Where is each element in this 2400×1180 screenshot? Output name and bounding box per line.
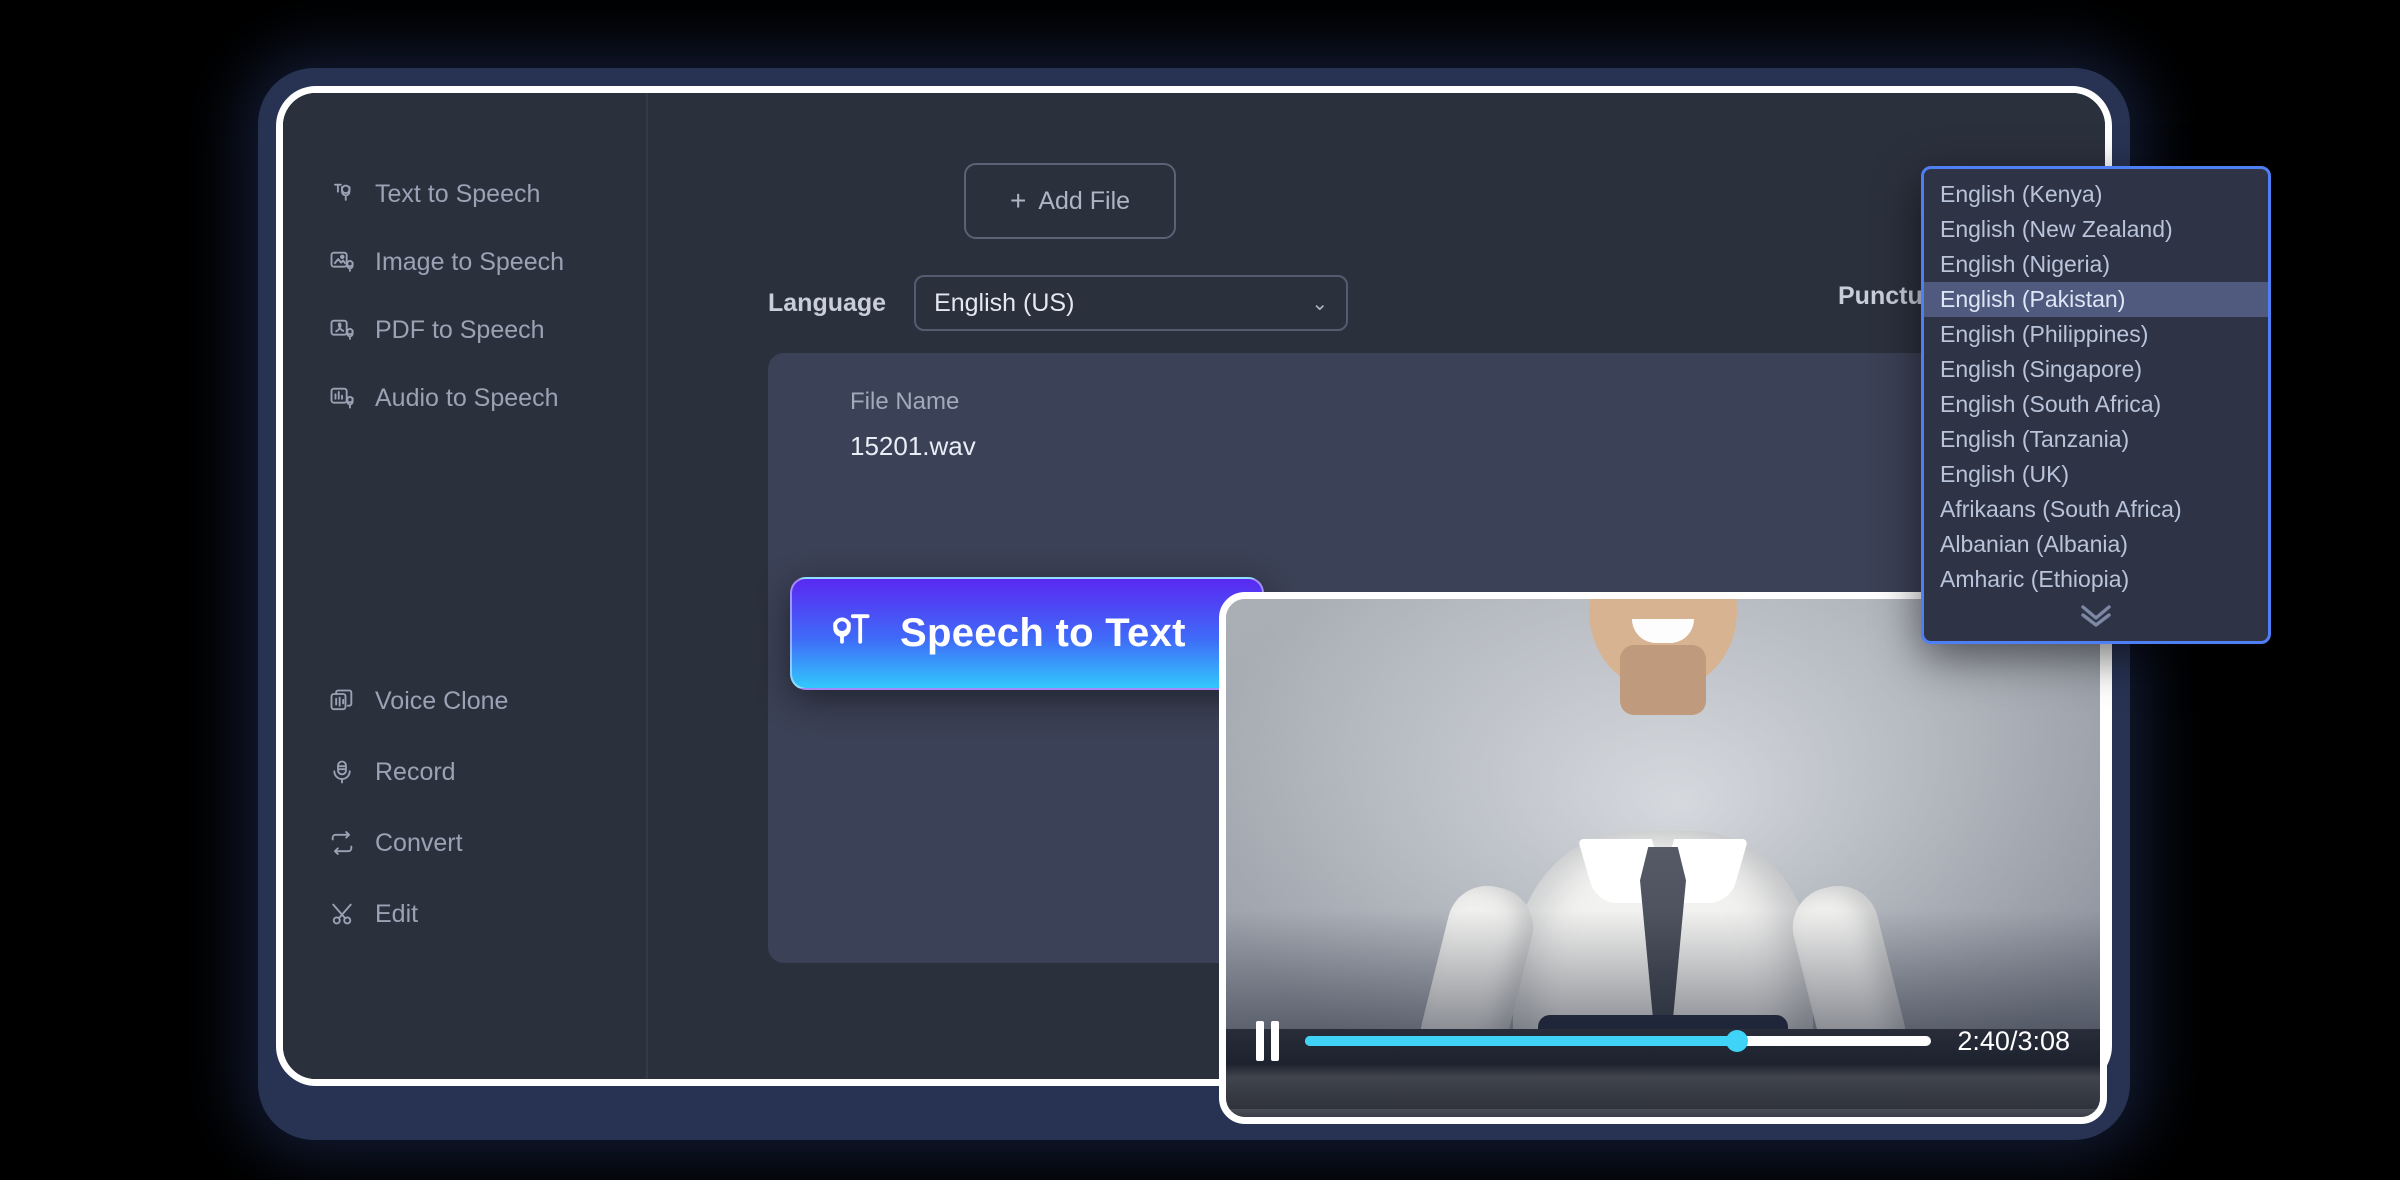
seek-progress	[1305, 1036, 1738, 1046]
language-option[interactable]: English (Nigeria)	[1924, 247, 2268, 282]
sidebar-item-text-to-speech[interactable]: Text to Speech	[327, 171, 540, 217]
sidebar: Text to Speech Image to Speech PDF to Sp…	[283, 93, 898, 1079]
language-option-list: English (Kenya) English (New Zealand) Engl…	[1924, 177, 2268, 597]
file-name-label: File Name	[850, 388, 960, 415]
plus-icon: +	[1009, 185, 1027, 216]
sidebar-item-label: Voice Clone	[375, 686, 509, 715]
time-display: 2:40/3:08	[1957, 1025, 2070, 1056]
sidebar-item-label: Audio to Speech	[375, 383, 559, 412]
sidebar-item-label: Image to Speech	[375, 247, 565, 276]
pause-button[interactable]	[1256, 1021, 1279, 1061]
language-select[interactable]: English (US) ⌄	[914, 275, 1349, 331]
file-name-value: 15201.wav	[850, 431, 976, 461]
text-to-speech-icon	[327, 179, 357, 209]
language-option[interactable]: Albanian (Albania)	[1924, 527, 2268, 562]
image-to-speech-icon	[327, 247, 357, 277]
sidebar-item-pdf-to-speech[interactable]: PDF to Speech	[327, 307, 545, 353]
sidebar-item-label: PDF to Speech	[375, 315, 545, 344]
language-option[interactable]: English (Philippines)	[1924, 317, 2268, 352]
speech-to-text-pill[interactable]: Speech to Text	[790, 577, 1264, 690]
video-controls-scrim	[1226, 909, 2100, 1117]
language-dropdown-menu[interactable]: English (Kenya) English (New Zealand) Engl…	[1921, 166, 2271, 644]
edit-scissors-icon	[327, 899, 357, 929]
speech-to-text-icon	[826, 605, 874, 663]
screenshot-root: Text to Speech Image to Speech PDF to Sp…	[0, 0, 2400, 1180]
language-label: Language	[768, 288, 887, 317]
speech-to-text-label: Speech to Text	[900, 611, 1186, 655]
language-option[interactable]: Amharic (Ethiopia)	[1924, 562, 2268, 597]
neck	[1620, 644, 1706, 715]
seek-handle[interactable]	[1726, 1030, 1749, 1052]
sidebar-item-label: Record	[375, 757, 456, 786]
language-row: Language English (US) ⌄	[768, 275, 1349, 331]
convert-icon	[327, 828, 357, 858]
sidebar-item-convert[interactable]: Convert	[327, 820, 463, 866]
sidebar-item-edit[interactable]: Edit	[327, 891, 418, 937]
scroll-down-chevron-icon[interactable]	[1924, 601, 2268, 634]
language-option[interactable]: English (Pakistan)	[1924, 282, 2268, 317]
sidebar-item-label: Text to Speech	[375, 179, 541, 208]
sidebar-item-image-to-speech[interactable]: Image to Speech	[327, 239, 564, 285]
sidebar-item-label: Edit	[375, 899, 419, 928]
audio-to-speech-icon	[327, 383, 357, 413]
add-file-button[interactable]: + Add File	[964, 163, 1176, 239]
language-option[interactable]: English (Kenya)	[1924, 177, 2268, 212]
add-file-label: Add File	[1038, 186, 1131, 215]
chevron-down-icon: ⌄	[1311, 292, 1329, 315]
language-option[interactable]: English (Tanzania)	[1924, 422, 2268, 457]
pdf-to-speech-icon	[327, 315, 357, 345]
video-preview-panel[interactable]: 2:40/3:08	[1219, 592, 2107, 1124]
sidebar-item-record[interactable]: Record	[327, 749, 456, 795]
sidebar-item-label: Convert	[375, 828, 463, 857]
language-option[interactable]: English (UK)	[1924, 457, 2268, 492]
language-option[interactable]: English (New Zealand)	[1924, 212, 2268, 247]
voice-clone-icon	[327, 686, 357, 716]
language-option[interactable]: English (South Africa)	[1924, 387, 2268, 422]
record-icon	[327, 757, 357, 787]
sidebar-item-audio-to-speech[interactable]: Audio to Speech	[327, 375, 558, 421]
seek-bar[interactable]	[1305, 1030, 1932, 1052]
video-controls: 2:40/3:08	[1226, 1021, 2100, 1061]
language-option[interactable]: English (Singapore)	[1924, 352, 2268, 387]
language-option[interactable]: Afrikaans (South Africa)	[1924, 492, 2268, 527]
sidebar-item-voice-clone[interactable]: Voice Clone	[327, 678, 508, 724]
language-selected-value: English (US)	[934, 288, 1075, 317]
